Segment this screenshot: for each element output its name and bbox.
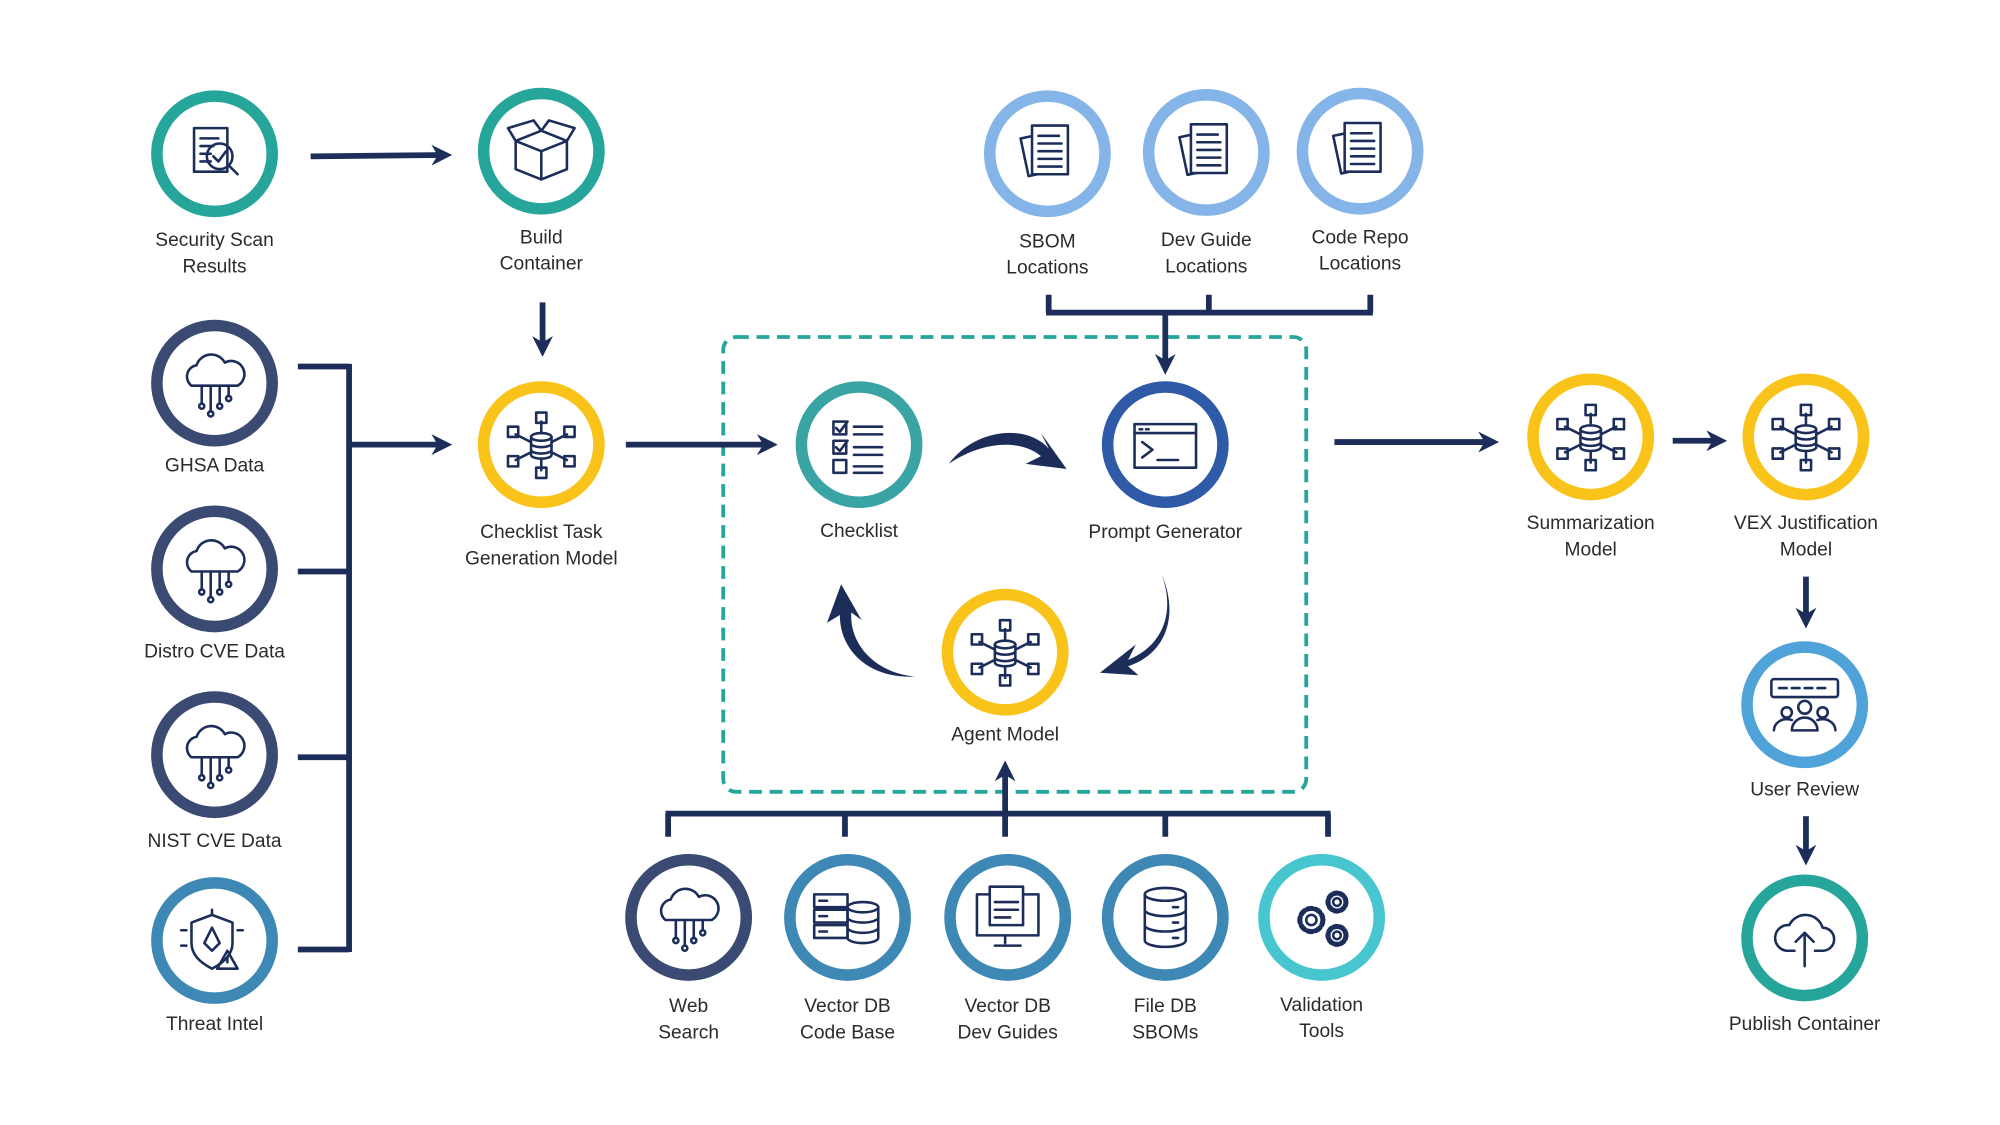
node-user-review: User Review — [1741, 641, 1869, 801]
node-ring — [1101, 381, 1229, 509]
node-label: File DB — [1134, 996, 1197, 1017]
node-label: Code Base — [800, 1023, 895, 1044]
node-label: SBOMs — [1132, 1023, 1198, 1044]
node-label: Checklist — [820, 521, 899, 542]
node-prompt-generator: Prompt Generator — [1088, 381, 1243, 543]
node-label: Build — [520, 227, 563, 248]
node-label: Generation Model — [465, 548, 618, 569]
node-label: Vector DB — [804, 996, 890, 1017]
node-web-search: Web Search — [625, 854, 753, 1044]
node-ring — [151, 877, 278, 1004]
node-label: SBOM — [1019, 231, 1076, 252]
node-label: Search — [658, 1023, 719, 1044]
nodes: Security Scan Results Build Container SBOM Lo… — [144, 87, 1881, 1044]
node-label: Vector DB — [964, 996, 1050, 1017]
curved-arrow-agent-to-checklist — [827, 584, 916, 677]
node-label: Security Scan — [155, 230, 273, 251]
node-validation-tools: Validation Tools — [1258, 854, 1386, 1042]
node-ring — [151, 90, 278, 218]
node-ghsa-data: GHSA Data — [151, 319, 278, 477]
node-label: Tools — [1299, 1021, 1344, 1042]
node-agent-model: Agent Model — [941, 588, 1069, 746]
node-ring — [151, 319, 278, 447]
node-checklist-task-model: Checklist Task Generation Model — [465, 381, 618, 569]
node-label: Container — [500, 254, 584, 275]
bracket-locations — [1045, 294, 1374, 316]
bracket-data-sources — [297, 363, 352, 953]
node-label: Web — [669, 996, 708, 1017]
node-ring — [477, 381, 605, 509]
node-label: Threat Intel — [166, 1014, 263, 1035]
node-code-repo-locations: Code Repo Locations — [1296, 87, 1424, 275]
bracket-tools — [665, 810, 1331, 837]
node-label: Locations — [1165, 256, 1247, 277]
node-security-scan: Security Scan Results — [151, 90, 278, 277]
vulnerability-analysis-pipeline-diagram: Security Scan Results Build Container SBOM Lo… — [144, 87, 1881, 1044]
node-ring — [625, 854, 753, 981]
node-label: Checklist Task — [480, 522, 603, 543]
node-dev-guide-locations: Dev Guide Locations — [1142, 89, 1270, 277]
node-label: Code Repo — [1311, 227, 1408, 248]
node-ring — [151, 691, 278, 819]
node-label: NIST CVE Data — [147, 831, 281, 852]
node-ring — [795, 381, 923, 509]
node-label: Locations — [1319, 254, 1401, 275]
node-label: Results — [183, 256, 247, 277]
node-vector-db-code: Vector DB Code Base — [784, 854, 911, 1044]
node-ring — [1101, 854, 1229, 981]
arrow-scan-to-build — [310, 144, 453, 166]
node-file-db-sboms: File DB SBOMs — [1101, 854, 1229, 1044]
node-label: GHSA Data — [165, 456, 265, 477]
node-summarization-model: Summarization Model — [1527, 373, 1655, 560]
node-ring — [1741, 641, 1869, 769]
curved-arrow-checklist-to-prompt — [948, 432, 1067, 469]
node-publish-container: Publish Container — [1729, 874, 1881, 1035]
node-ring — [1742, 373, 1870, 501]
curved-arrow-prompt-to-agent — [1099, 574, 1170, 676]
node-vector-db-dev: Vector DB Dev Guides — [944, 854, 1072, 1044]
node-label: Model — [1565, 539, 1617, 560]
node-distro-cve-data: Distro CVE Data — [144, 505, 285, 662]
node-label: Prompt Generator — [1088, 522, 1242, 543]
node-label: Summarization — [1527, 513, 1655, 534]
node-ring — [941, 588, 1069, 716]
node-label: Dev Guides — [958, 1023, 1058, 1044]
node-label: User Review — [1750, 780, 1859, 801]
node-nist-cve-data: NIST CVE Data — [147, 691, 282, 852]
node-build-container: Build Container — [477, 87, 605, 275]
node-ring — [151, 505, 278, 633]
node-sbom-locations: SBOM Locations — [983, 90, 1111, 279]
node-label: Distro CVE Data — [144, 641, 285, 662]
node-label: Model — [1780, 539, 1832, 560]
node-label: Validation — [1280, 995, 1363, 1016]
node-label: Dev Guide — [1161, 230, 1252, 251]
node-label: Locations — [1006, 258, 1088, 279]
node-threat-intel: Threat Intel — [151, 877, 278, 1035]
node-vex-model: VEX Justification Model — [1734, 373, 1878, 560]
node-label: Publish Container — [1729, 1014, 1881, 1035]
node-label: VEX Justification — [1734, 513, 1878, 534]
node-checklist: Checklist — [795, 381, 923, 542]
node-ring — [1527, 373, 1655, 501]
node-label: Agent Model — [951, 725, 1059, 746]
